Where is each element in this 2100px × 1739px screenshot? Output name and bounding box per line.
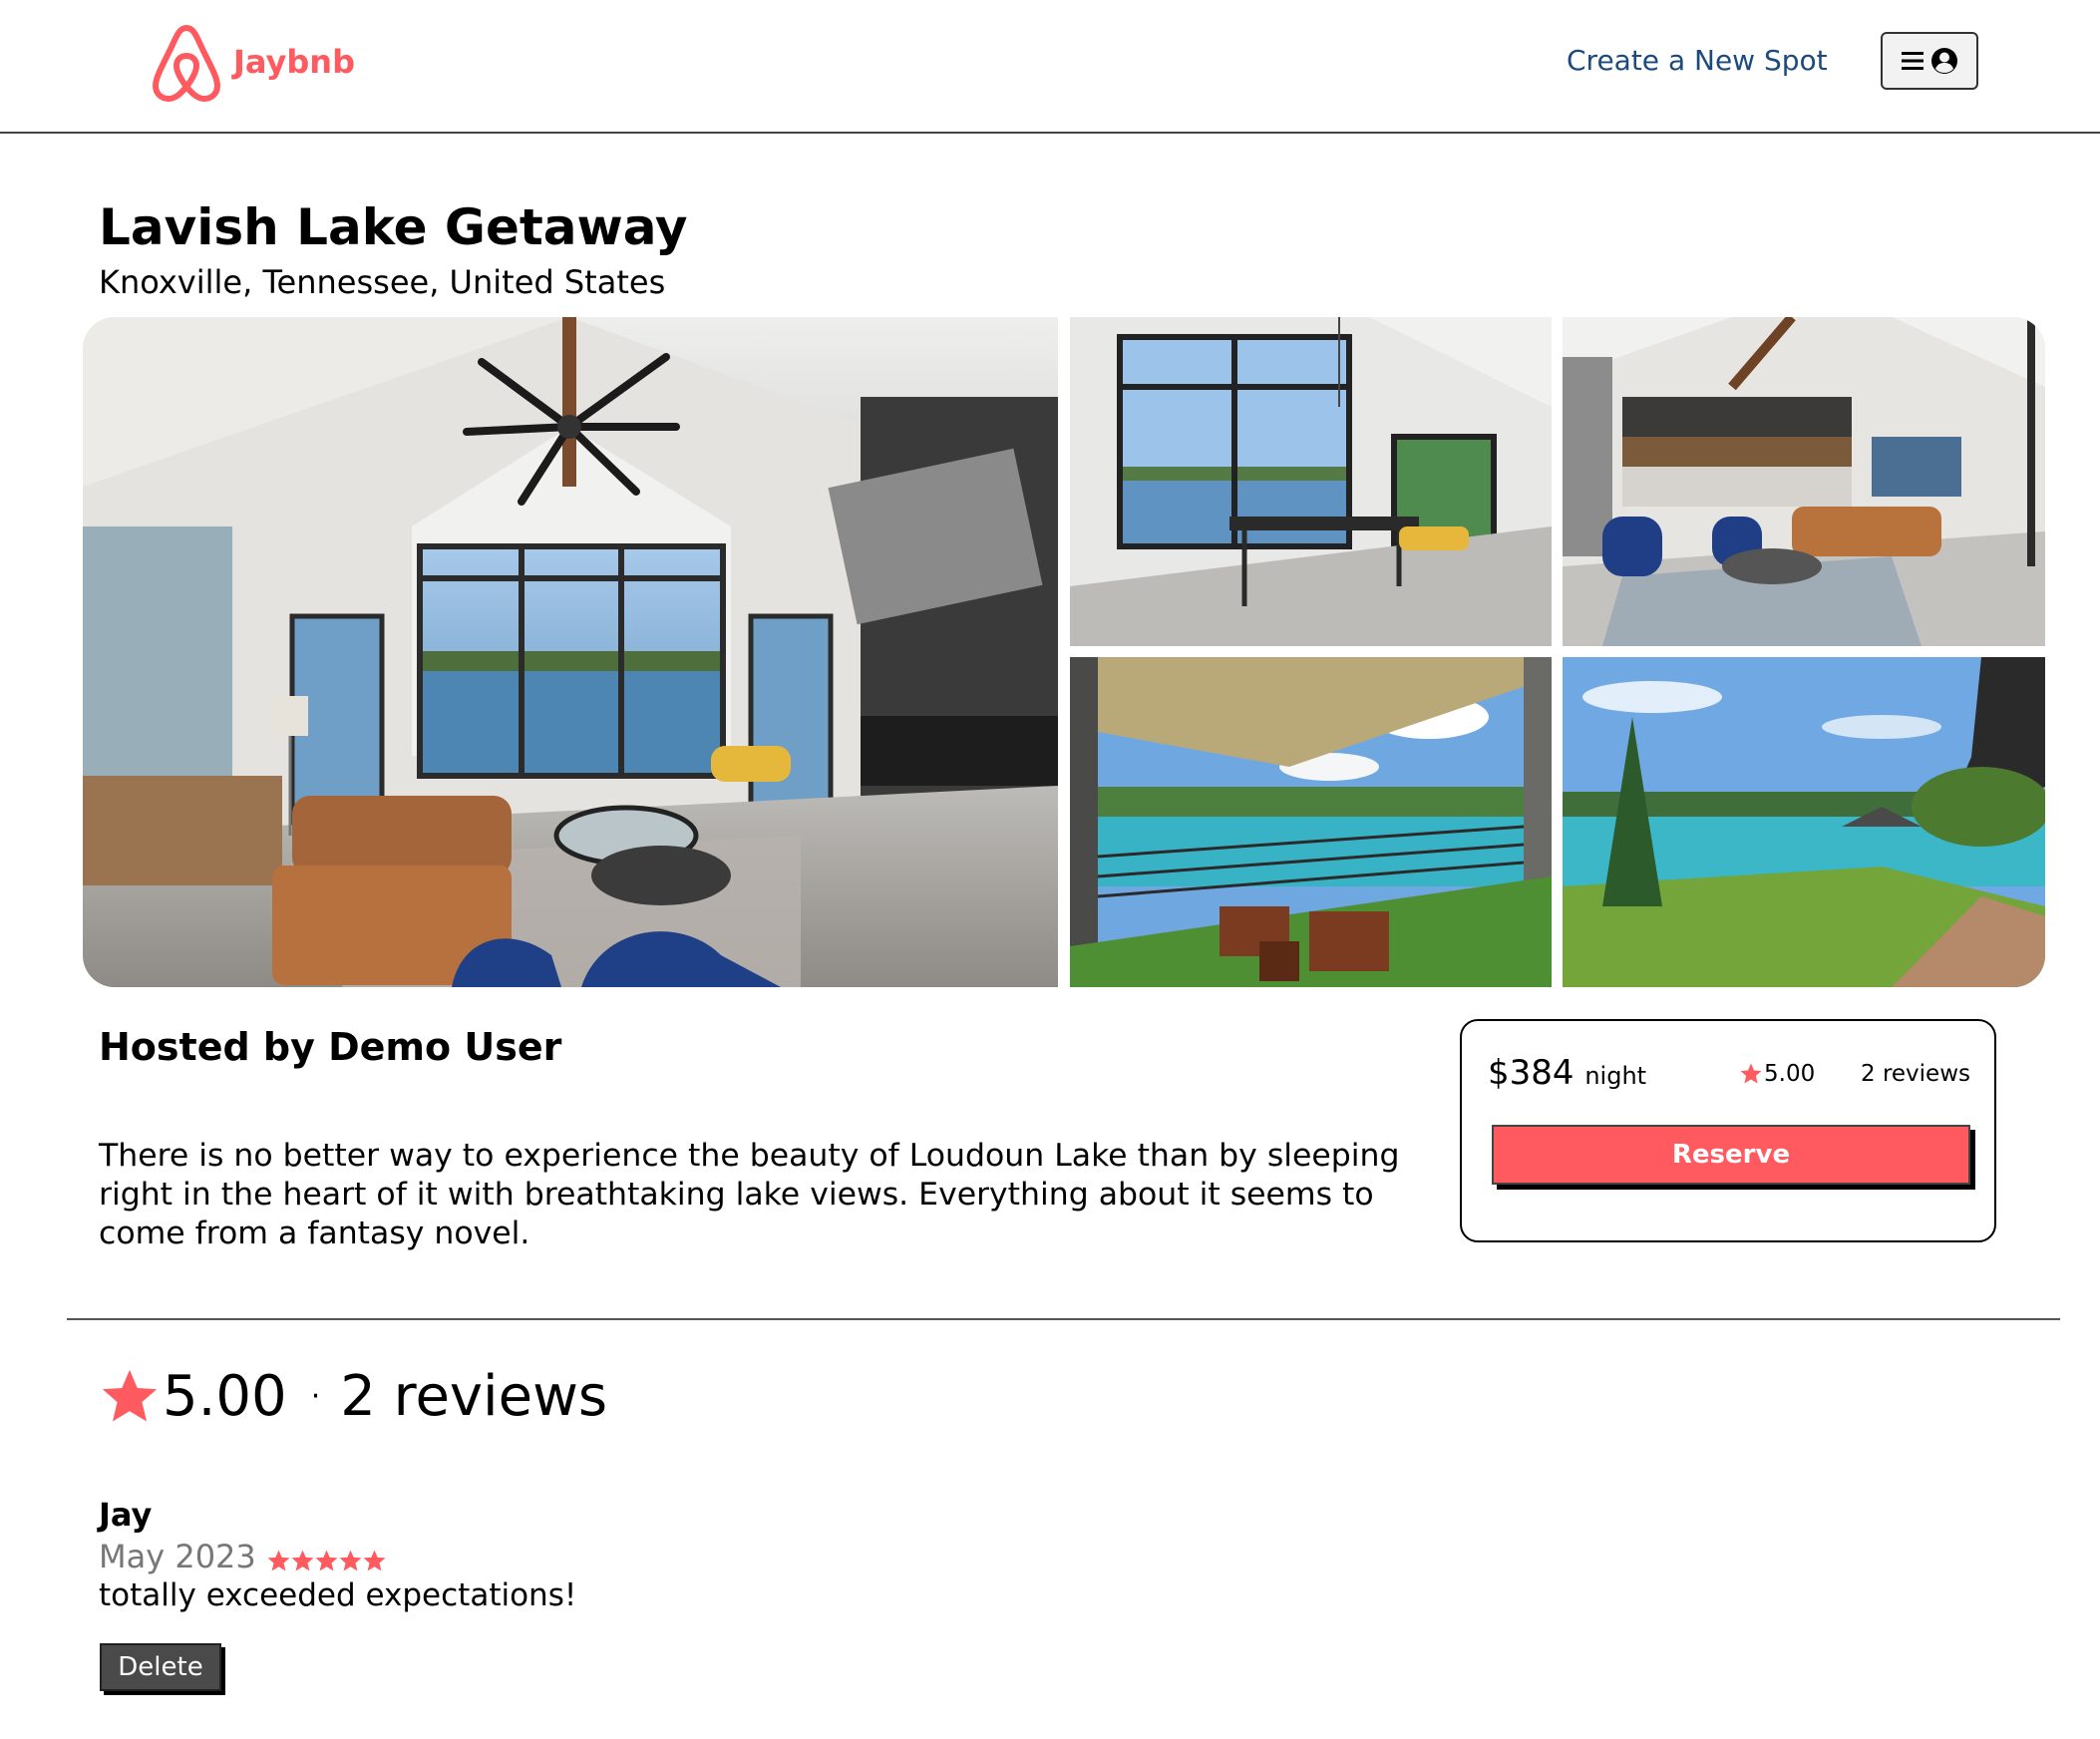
summary-rating: 5.00 — [163, 1364, 287, 1429]
review-date-row: May 2023 — [99, 1538, 386, 1575]
star-icon — [291, 1550, 314, 1570]
review-text: totally exceeded expectations! — [99, 1577, 577, 1613]
logo-text: Jaybnb — [233, 43, 355, 81]
hamburger-icon — [1902, 52, 1924, 70]
review-author: Jay — [99, 1496, 153, 1534]
star-icon — [267, 1550, 290, 1570]
price-per-night: $384 night — [1488, 1053, 1646, 1093]
card-reviews-count: 2 reviews — [1861, 1061, 1970, 1087]
airbnb-logo-icon — [153, 25, 220, 102]
price-unit: night — [1584, 1062, 1647, 1090]
user-circle-icon — [1931, 48, 1957, 74]
loft-living-area-photo — [1563, 317, 2045, 646]
review-star-rating — [266, 1549, 386, 1573]
create-new-spot-link[interactable]: Create a New Spot — [1567, 44, 1828, 77]
host-heading: Hosted by Demo User — [99, 1025, 562, 1069]
profile-menu-button[interactable] — [1881, 32, 1978, 90]
spot-description: There is no better way to experience the… — [99, 1138, 1400, 1251]
star-icon — [339, 1550, 362, 1570]
photo-gallery — [83, 317, 2045, 987]
reserve-button[interactable]: Reserve — [1492, 1125, 1970, 1185]
star-icon — [363, 1550, 386, 1570]
home-logo-link[interactable]: Jaybnb — [150, 22, 355, 102]
review-date: May 2023 — [99, 1538, 256, 1575]
spot-title: Lavish Lake Getaway — [99, 198, 688, 256]
lakeside-lawn-photo — [1563, 657, 2045, 987]
star-icon — [1740, 1063, 1762, 1084]
star-icon — [102, 1369, 158, 1422]
summary-separator: · — [310, 1379, 321, 1414]
reviews-summary: 5.00 · 2 reviews — [99, 1362, 607, 1432]
card-rating: 5.00 — [1739, 1061, 1815, 1087]
star-icon — [315, 1550, 338, 1570]
card-rating-value: 5.00 — [1764, 1061, 1816, 1087]
price-amount: $384 — [1488, 1053, 1575, 1093]
covered-porch-lake-view-photo — [1070, 657, 1552, 987]
main-living-room-photo — [83, 317, 1058, 987]
delete-review-button[interactable]: Delete — [100, 1643, 221, 1691]
booking-card: $384 night 5.00 2 reviews Reserve — [1460, 1019, 1996, 1242]
section-divider — [67, 1318, 2060, 1320]
spot-location: Knoxville, Tennessee, United States — [99, 263, 666, 301]
summary-review-count: 2 reviews — [340, 1364, 608, 1429]
dining-room-photo — [1070, 317, 1552, 646]
top-nav: Jaybnb Create a New Spot — [0, 0, 2100, 134]
